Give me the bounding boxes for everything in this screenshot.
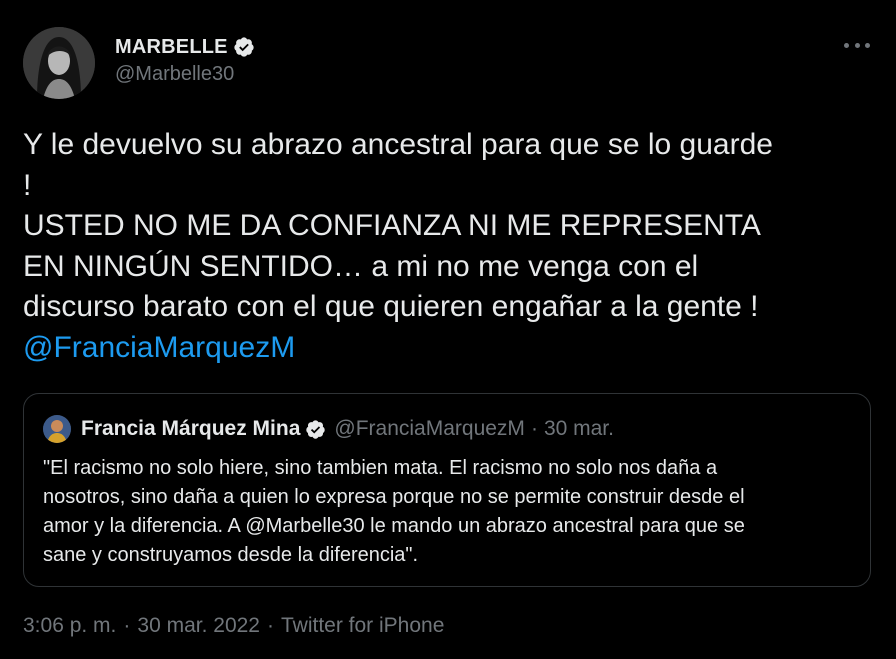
mention-link[interactable]: @FranciaMarquezM (23, 328, 873, 369)
quoted-tweet-text: "El racismo no solo hiere, sino tambien … (43, 454, 843, 570)
quoted-tweet-header: Francia Márquez Mina @FranciaMarquezM · … (43, 414, 614, 444)
tweet-date[interactable]: 30 mar. 2022 (137, 614, 260, 638)
tweet: MARBELLE @Marbelle30 Y le devuelvo su ab… (0, 0, 896, 659)
tweet-text-line: discurso barato con el que quieren engañ… (23, 290, 759, 323)
separator-dot: · (123, 614, 131, 637)
separator-dot: · (266, 614, 274, 637)
quoted-author-display-name[interactable]: Francia Márquez Mina (81, 417, 300, 441)
quoted-author-avatar[interactable] (43, 415, 71, 443)
tweet-text-line: ! (23, 168, 32, 202)
author-display-name[interactable]: MARBELLE (115, 36, 228, 59)
author-avatar[interactable] (23, 27, 95, 99)
more-horizontal-icon (844, 42, 849, 48)
quoted-tweet-date[interactable]: 30 mar. (544, 417, 614, 441)
tweet-source[interactable]: Twitter for iPhone (281, 614, 444, 638)
more-horizontal-icon (865, 42, 870, 48)
verified-badge-icon (234, 37, 254, 57)
tweet-text-line: Y le devuelvo su abrazo ancestral para q… (23, 128, 773, 161)
tweet-text: Y le devuelvo su abrazo ancestral para q… (23, 125, 873, 368)
more-options-button[interactable] (844, 38, 870, 52)
author-info: MARBELLE @Marbelle30 (115, 34, 255, 86)
tweet-text-line: EN NINGÚN SENTIDO… a mi no me venga con … (23, 249, 699, 283)
tweet-time[interactable]: 3:06 p. m. (23, 614, 116, 638)
author-handle[interactable]: @Marbelle30 (115, 63, 255, 86)
tweet-metadata: 3:06 p. m. · 30 mar. 2022 · Twitter for … (23, 614, 444, 638)
quoted-author-handle[interactable]: @FranciaMarquezM (334, 417, 525, 441)
quoted-tweet[interactable]: Francia Márquez Mina @FranciaMarquezM · … (23, 393, 871, 587)
verified-badge-icon (306, 419, 326, 439)
quoted-text-line: amor y la diferencia. A @Marbelle30 le m… (43, 515, 745, 537)
quoted-text-line: nosotros, sino daña a quien lo expresa p… (43, 486, 745, 508)
more-horizontal-icon (854, 42, 860, 48)
quoted-text-line: sane y construyamos desde la diferencia"… (43, 544, 419, 566)
quoted-text-line: "El racismo no solo hiere, sino tambien … (43, 457, 718, 479)
tweet-text-line: USTED NO ME DA CONFIANZA NI ME REPRESENT… (23, 209, 761, 242)
separator-dot: · (530, 417, 538, 440)
